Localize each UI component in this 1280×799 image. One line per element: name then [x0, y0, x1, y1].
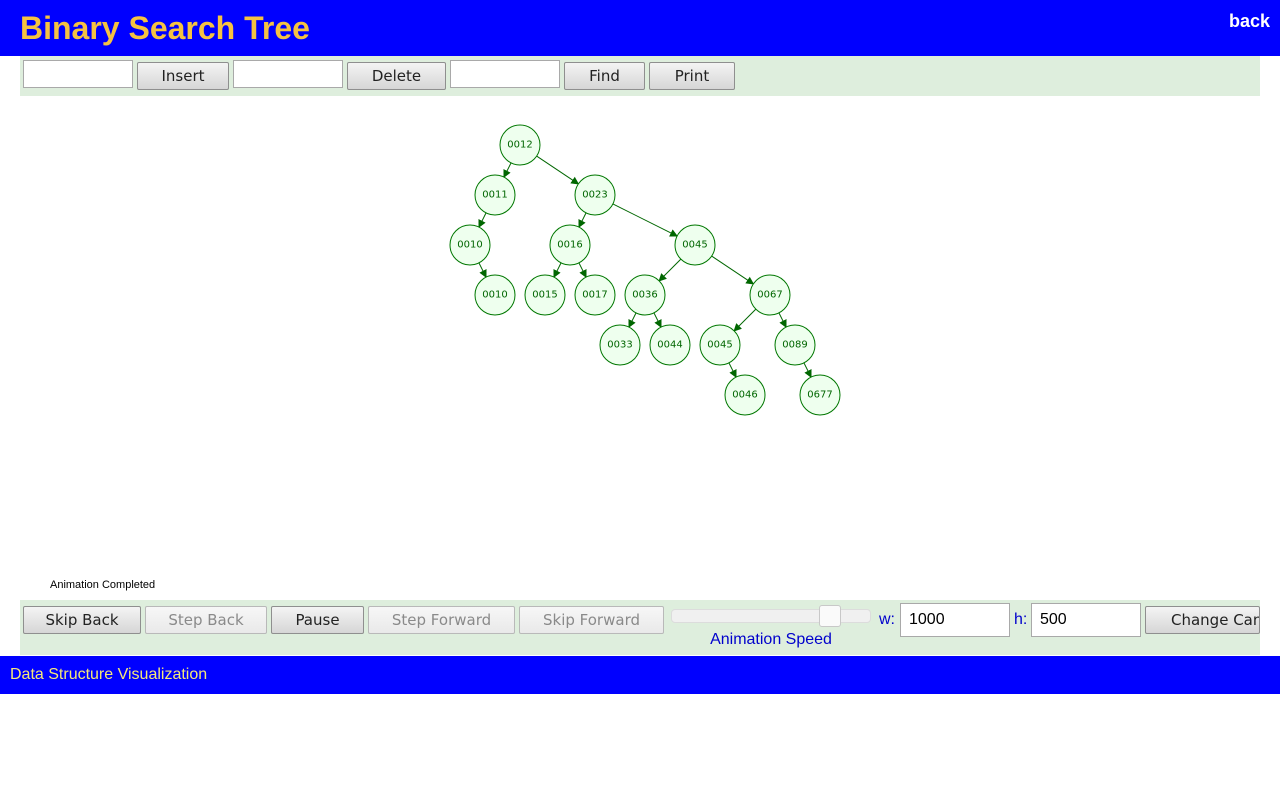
- step-back-button[interactable]: Step Back: [145, 606, 267, 634]
- animation-status: Animation Completed: [50, 579, 156, 591]
- tree-node: 0011: [474, 174, 516, 216]
- tree-node-label: 0067: [757, 290, 782, 301]
- tree-edge: [778, 312, 787, 329]
- page-title: Binary Search Tree: [20, 10, 310, 46]
- tree-node: 0067: [749, 274, 791, 316]
- canvas-height-input[interactable]: [1031, 603, 1141, 637]
- tree-node: 0046: [724, 374, 766, 416]
- back-link[interactable]: back: [1229, 11, 1270, 31]
- step-forward-button[interactable]: Step Forward: [368, 606, 515, 634]
- tree-node-label: 0046: [732, 390, 757, 401]
- bst-tree-diagram: 0012 0011 0023 0010 0016 0045 0010 0015 0017 0036…: [449, 124, 841, 416]
- change-canvas-size-button[interactable]: Change Canvas Size: [1145, 606, 1260, 634]
- tree-node-label: 0036: [632, 290, 657, 301]
- tree-node-label: 0010: [482, 290, 507, 301]
- tree-node: 0016: [549, 224, 591, 266]
- animation-speed-slider-thumb[interactable]: [819, 605, 842, 627]
- tree-edge: [478, 212, 487, 229]
- tree-node-label: 0045: [682, 240, 707, 251]
- delete-button[interactable]: Delete: [347, 62, 446, 90]
- insert-input[interactable]: [23, 60, 133, 88]
- skip-forward-button[interactable]: Skip Forward: [519, 606, 664, 634]
- tree-node-label: 0033: [607, 340, 632, 351]
- tree-node: 0045: [699, 324, 741, 366]
- print-button[interactable]: Print: [649, 62, 735, 90]
- tree-node: 0677: [799, 374, 841, 416]
- tree-edge: [536, 155, 580, 185]
- tree-node: 0033: [599, 324, 641, 366]
- tree-edge: [628, 312, 637, 329]
- tree-node: 0045: [674, 224, 716, 266]
- insert-button[interactable]: Insert: [137, 62, 229, 90]
- tree-node: 0044: [649, 324, 691, 366]
- tree-node-label: 0044: [657, 340, 682, 351]
- tree-node: 0089: [774, 324, 816, 366]
- tree-node-label: 0089: [782, 340, 807, 351]
- tree-edge: [503, 162, 512, 179]
- tree-edge: [658, 258, 682, 282]
- tree-edge: [733, 308, 757, 332]
- tree-node: 0023: [574, 174, 616, 216]
- operations-toolbar: Insert Delete Find Print: [20, 56, 1260, 96]
- tree-node: 0010: [449, 224, 491, 266]
- header-bar: Binary Search Tree back: [0, 0, 1280, 56]
- find-button[interactable]: Find: [564, 62, 645, 90]
- tree-edge: [553, 262, 562, 279]
- tree-node: 0012: [499, 124, 541, 166]
- tree-edge: [578, 262, 587, 279]
- tree-node-label: 0045: [707, 340, 732, 351]
- tree-edge: [711, 255, 755, 285]
- tree-node-label: 0017: [582, 290, 607, 301]
- tree-edge: [803, 362, 812, 379]
- footer-text: Data Structure Visualization: [10, 666, 208, 683]
- tree-edge: [612, 203, 679, 237]
- height-label: h:: [1014, 611, 1028, 628]
- tree-node: 0036: [624, 274, 666, 316]
- canvas-width-input[interactable]: [900, 603, 1010, 637]
- tree-node-label: 0015: [532, 290, 557, 301]
- tree-node-label: 0011: [482, 190, 507, 201]
- tree-node-label: 0012: [507, 140, 532, 151]
- find-input[interactable]: [450, 60, 560, 88]
- tree-node-label: 0023: [582, 190, 607, 201]
- tree-edge: [478, 262, 487, 279]
- tree-node: 0010: [474, 274, 516, 316]
- tree-edge: [653, 312, 662, 329]
- tree-edge: [728, 362, 737, 379]
- delete-input[interactable]: [233, 60, 343, 88]
- tree-node: 0015: [524, 274, 566, 316]
- tree-node-label: 0016: [557, 240, 582, 251]
- animation-controls: Skip Back Step Back Pause Step Forward S…: [20, 600, 1260, 655]
- width-label: w:: [879, 611, 895, 628]
- skip-back-button[interactable]: Skip Back: [23, 606, 141, 634]
- tree-node: 0017: [574, 274, 616, 316]
- pause-button[interactable]: Pause: [271, 606, 364, 634]
- footer-bar: Data Structure Visualization: [0, 656, 1280, 694]
- animation-speed-label: Animation Speed: [710, 631, 832, 648]
- tree-edge: [578, 212, 587, 229]
- tree-node-label: 0010: [457, 240, 482, 251]
- visualization-canvas: 0012 0011 0023 0010 0016 0045 0010 0015 0017 0036…: [0, 96, 1280, 600]
- tree-node-label: 0677: [807, 390, 832, 401]
